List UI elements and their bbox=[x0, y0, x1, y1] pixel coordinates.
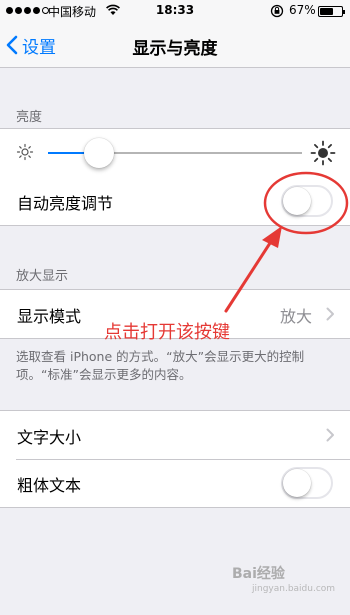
watermark-logo: Bai经验 bbox=[232, 566, 285, 582]
display-mode-value: 放大 bbox=[279, 307, 312, 326]
chevron-right-icon bbox=[326, 307, 334, 321]
chevron-right-icon bbox=[326, 428, 334, 442]
bold-text-label: 粗体文本 bbox=[17, 476, 82, 495]
navigation-bar: 设置 显示与亮度 bbox=[0, 22, 350, 68]
sun-large-icon bbox=[310, 140, 336, 166]
text-size-label: 文字大小 bbox=[17, 428, 82, 447]
battery-fill bbox=[320, 8, 334, 15]
brightness-slider[interactable] bbox=[48, 138, 302, 168]
toggle-knob bbox=[283, 187, 311, 215]
bold-text-toggle[interactable] bbox=[281, 467, 333, 499]
status-bar: 中国移动 18:33 67% bbox=[0, 0, 350, 22]
battery-icon bbox=[318, 6, 345, 17]
sun-small-icon bbox=[16, 143, 34, 161]
auto-brightness-row: 自动亮度调节 bbox=[0, 177, 350, 225]
brightness-group: 自动亮度调节 bbox=[0, 128, 350, 226]
text-group: 文字大小 粗体文本 bbox=[0, 410, 350, 508]
page-title: 显示与亮度 bbox=[132, 39, 218, 59]
section-header-zoom: 放大显示 bbox=[16, 269, 69, 284]
annotation-text: 点击打开该按键 bbox=[104, 322, 230, 343]
brightness-slider-row bbox=[0, 129, 350, 177]
display-mode-footnote: 选取查看 iPhone 的方式。“放大”会显示更大的控制项。“标准”会显示更多的… bbox=[16, 349, 305, 382]
auto-brightness-toggle[interactable] bbox=[281, 185, 333, 217]
toggle-knob bbox=[283, 469, 311, 497]
rotation-lock-icon bbox=[270, 4, 284, 18]
display-mode-label: 显示模式 bbox=[17, 307, 82, 326]
watermark-url: jingyan.baidu.com bbox=[252, 584, 336, 594]
text-size-row[interactable]: 文字大小 bbox=[0, 411, 350, 459]
section-header-brightness: 亮度 bbox=[16, 110, 43, 125]
battery-percentage: 67% bbox=[289, 3, 316, 17]
brightness-slider-thumb[interactable] bbox=[83, 138, 114, 168]
bold-text-row: 粗体文本 bbox=[0, 459, 350, 507]
auto-brightness-label: 自动亮度调节 bbox=[17, 194, 114, 213]
